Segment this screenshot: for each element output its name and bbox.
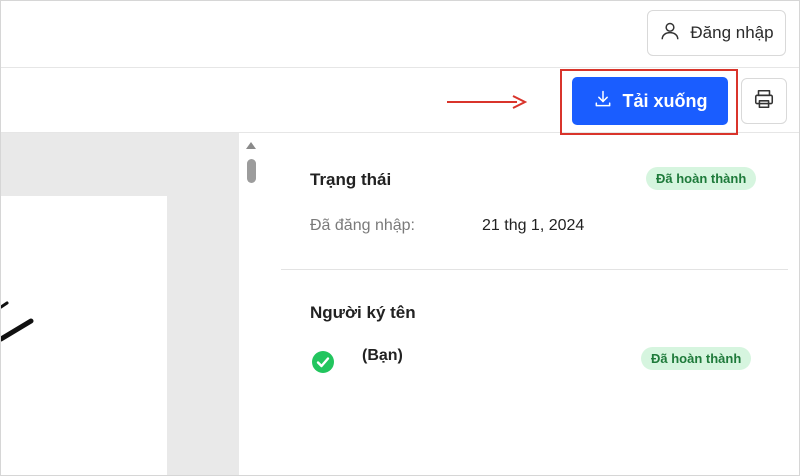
- signers-section-title: Người ký tên: [310, 303, 416, 322]
- scrollbar-thumb[interactable]: [247, 159, 256, 183]
- top-bar: Đăng nhập: [1, 1, 799, 68]
- download-label: Tải xuống: [622, 90, 708, 111]
- scroll-up-arrow-icon[interactable]: [246, 142, 256, 149]
- app-window: Đăng nhập Tải xuống Trạng thái Đã hoàn t…: [0, 0, 800, 476]
- download-icon: [593, 89, 613, 114]
- status-section-title: Trạng thái: [310, 170, 392, 189]
- printer-icon: [753, 88, 775, 115]
- scrollbar[interactable]: [243, 133, 261, 475]
- user-icon: [659, 20, 681, 47]
- signer-name: (Bạn): [362, 347, 403, 364]
- status-badge: Đã hoàn thành: [646, 167, 757, 190]
- print-button[interactable]: [741, 78, 787, 124]
- signed-in-date: 21 thg 1, 2024: [482, 217, 585, 234]
- download-button[interactable]: Tải xuống: [572, 77, 728, 125]
- login-button[interactable]: Đăng nhập: [647, 10, 786, 56]
- login-label: Đăng nhập: [690, 23, 774, 42]
- section-divider: [281, 269, 788, 270]
- annotation-arrow-icon: [447, 95, 527, 109]
- signed-in-label: Đã đăng nhập:: [310, 217, 415, 234]
- signer-status-badge: Đã hoàn thành: [641, 347, 752, 370]
- check-circle-icon: [312, 351, 334, 373]
- signature-stroke: [1, 301, 34, 342]
